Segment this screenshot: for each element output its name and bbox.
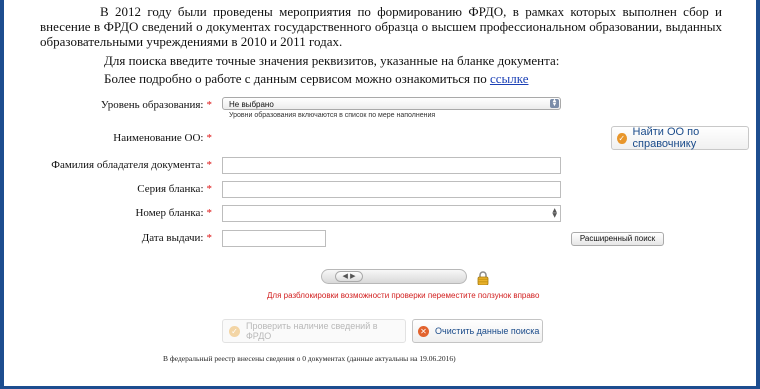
education-level-note: Уровни образования включаются в список п… [229,112,436,119]
holder-surname-label: Фамилия обладателя документа: * [51,159,212,171]
blank-number-label: Номер бланка: * [135,207,212,219]
unlock-slider[interactable]: ◀ ▶ [321,269,467,284]
check-records-button-label: Проверить наличие сведений в ФРДО [245,321,378,341]
find-org-button[interactable]: ✓ Найти ОО по справочнику [611,126,749,150]
org-name-label-text: Наименование ОО: [113,132,204,144]
help-hint-text: Более подробно о работе с данным сервисо… [104,71,487,86]
required-mark: * [206,132,213,144]
issue-date-label-text: Дата выдачи: [141,232,204,244]
search-hint: Для поиска введите точные значения рекви… [104,53,560,68]
org-name-label: Наименование ОО: * [113,132,212,144]
clear-x-icon: ✕ [418,325,429,337]
education-level-select[interactable]: Не выбрано ▲ ▼ [222,97,561,110]
intro-paragraph: В 2012 году были проведены мероприятия п… [40,4,722,49]
help-link[interactable]: ссылке [490,71,529,86]
required-mark: * [206,232,213,244]
registry-footnote: В федеральный реестр внесены сведения о … [163,354,456,363]
issue-date-label: Дата выдачи: * [142,232,212,244]
blank-series-label: Серия бланка: * [137,183,212,195]
blank-number-label-text: Номер бланка: [135,207,204,219]
issue-date-input[interactable] [222,230,326,247]
clear-search-button-label: Очистить данные поиска [435,326,540,336]
required-mark: * [206,99,213,111]
blank-series-input[interactable] [222,181,561,198]
find-org-button-label: Найти ОО по справочнику [632,126,700,150]
blank-series-label-text: Серия бланка: [137,183,204,195]
checkmark-badge-icon: ✓ [229,325,240,337]
slider-thumb[interactable]: ◀ ▶ [335,271,363,282]
clear-search-button[interactable]: ✕ Очистить данные поиска [412,319,543,343]
arrow-left-right-icon: ◀ ▶ [342,272,356,280]
holder-surname-input[interactable] [222,157,561,174]
required-mark: * [206,207,213,219]
unlock-note: Для разблокировки возможности проверки п… [267,291,540,300]
education-level-value: Не выбрано [229,100,274,109]
checkmark-badge-icon: ✓ [617,132,627,144]
required-mark: * [206,183,213,195]
blank-number-input[interactable]: ▲ ▼ [222,205,561,222]
required-mark: * [206,159,213,171]
advanced-search-button[interactable]: Расширенный поиск [571,232,664,246]
window-border-left [0,0,4,389]
select-arrows-icon: ▲ ▼ [550,98,559,108]
help-hint: Более подробно о работе с данным сервисо… [104,71,528,87]
check-records-button[interactable]: ✓ Проверить наличие сведений в ФРДО [222,319,406,343]
education-level-label-text: Уровень образования: [100,99,204,111]
education-level-label: Уровень образования: * [101,99,212,111]
lock-icon [477,271,489,285]
holder-surname-label-text: Фамилия обладателя документа: [51,159,204,171]
window-border-right [756,0,760,389]
number-spinner-icon[interactable]: ▲ ▼ [552,208,557,219]
